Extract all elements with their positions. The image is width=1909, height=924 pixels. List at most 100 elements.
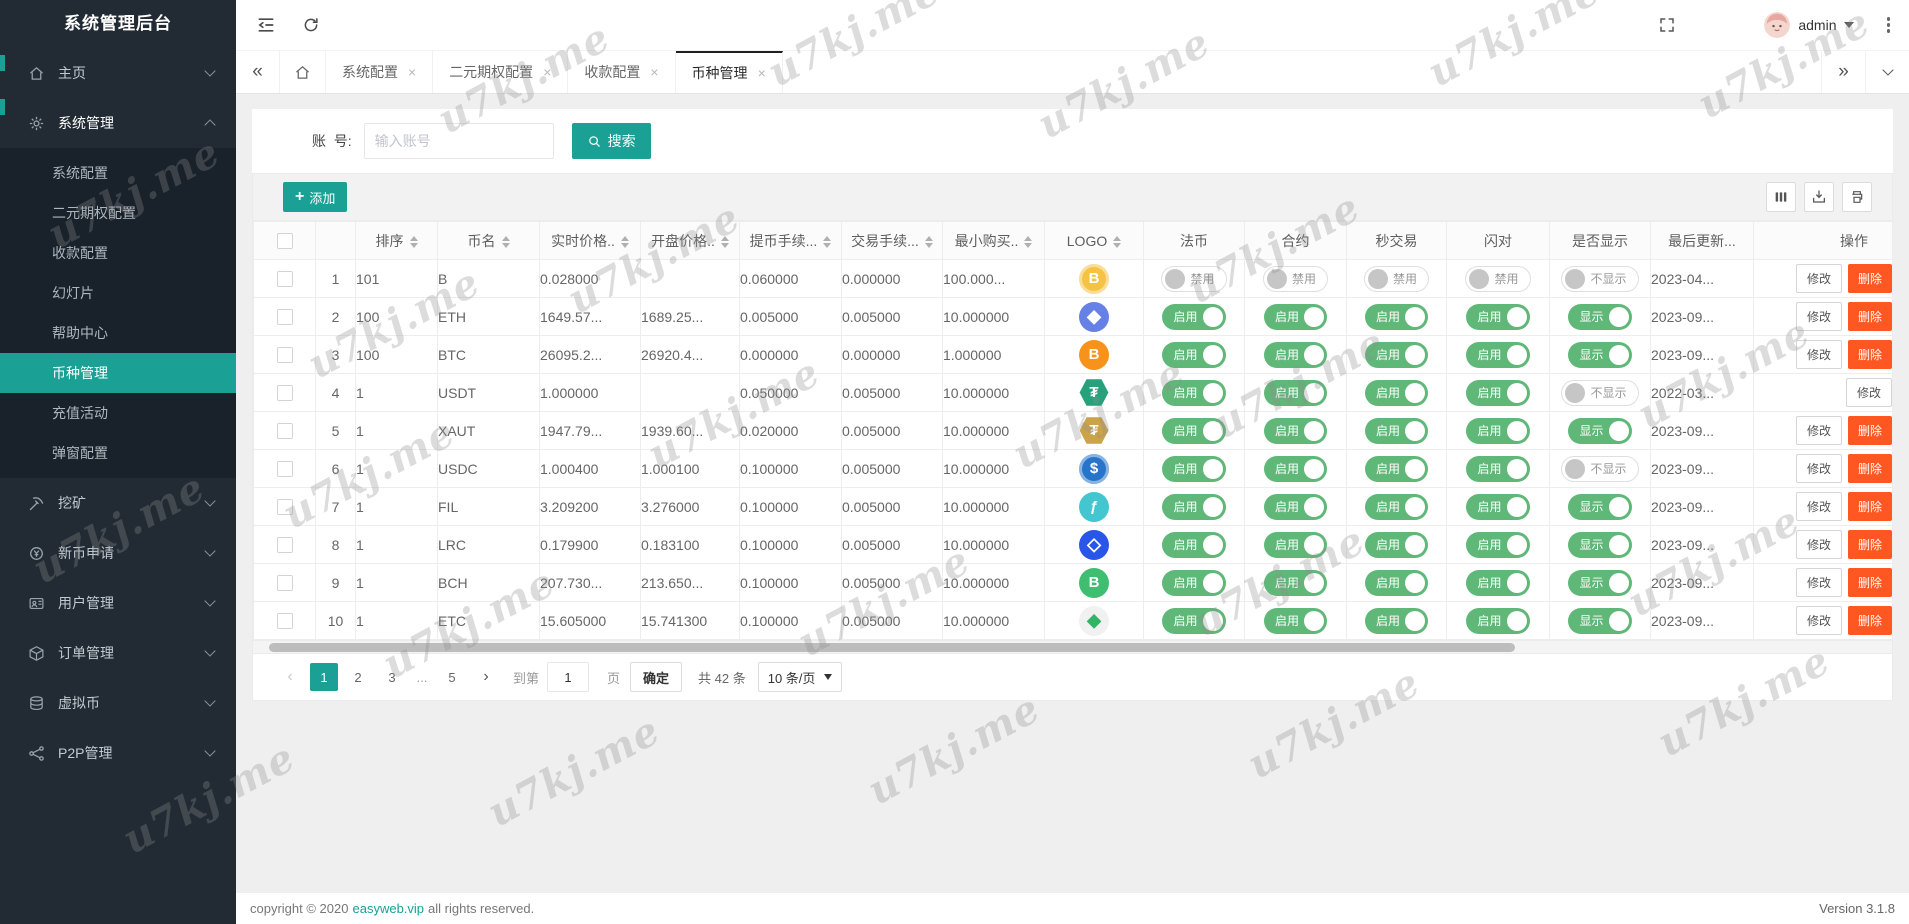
toggle-visible[interactable]: 显示 <box>1568 417 1632 444</box>
sort-carets-icon[interactable] <box>501 235 510 248</box>
tabs-scroll-right-icon[interactable]: » <box>1821 51 1865 93</box>
sidebar-subitem[interactable]: 系统配置 <box>0 153 236 193</box>
toggle-flash-swap[interactable]: 启用 <box>1466 341 1530 368</box>
columns-icon[interactable] <box>1766 182 1796 212</box>
tab-close-icon[interactable]: × <box>650 64 658 80</box>
page-button-3[interactable]: 3 <box>378 663 406 691</box>
sidebar-subitem[interactable]: 弹窗配置 <box>0 433 236 473</box>
toggle-visible[interactable]: 显示 <box>1568 607 1632 634</box>
tab-close-icon[interactable]: × <box>543 64 551 80</box>
toggle-flash-swap[interactable]: 启用 <box>1466 569 1530 596</box>
toggle-seconds-trade[interactable]: 启用 <box>1364 531 1428 558</box>
row-checkbox[interactable] <box>276 309 293 326</box>
column-header-提币手续...[interactable]: 提币手续... <box>739 221 842 260</box>
toggle-fiat[interactable]: 启用 <box>1162 455 1226 482</box>
sidebar-item-home[interactable]: 主页 <box>0 48 236 98</box>
toggle-visible[interactable]: 显示 <box>1568 341 1632 368</box>
toggle-fiat[interactable]: 启用 <box>1162 493 1226 520</box>
toggle-flash-swap[interactable]: 启用 <box>1466 417 1530 444</box>
toggle-flash-swap[interactable]: 启用 <box>1466 493 1530 520</box>
horizontal-scrollbar[interactable] <box>253 640 1892 653</box>
tab-close-icon[interactable]: × <box>408 64 416 80</box>
toggle-seconds-trade[interactable]: 禁用 <box>1363 265 1429 292</box>
toggle-fiat[interactable]: 启用 <box>1162 341 1226 368</box>
toggle-flash-swap[interactable]: 启用 <box>1466 531 1530 558</box>
sidebar-subitem[interactable]: 帮助中心 <box>0 313 236 353</box>
row-checkbox[interactable] <box>276 347 293 364</box>
toggle-visible[interactable]: 不显示 <box>1561 379 1639 406</box>
toggle-fiat[interactable]: 启用 <box>1162 531 1226 558</box>
easyweb-link[interactable]: easyweb.vip <box>352 901 424 916</box>
edit-button[interactable]: 修改 <box>1795 568 1842 597</box>
sidebar-subitem[interactable]: 收款配置 <box>0 233 236 273</box>
column-header-开盘价格..[interactable]: 开盘价格.. <box>640 221 740 260</box>
tab-系统配置[interactable]: 系统配置 × <box>326 51 434 93</box>
toggle-contract[interactable]: 启用 <box>1263 569 1327 596</box>
toggle-fiat[interactable]: 启用 <box>1162 379 1226 406</box>
tab-币种管理[interactable]: 币种管理 × <box>675 51 783 93</box>
toggle-seconds-trade[interactable]: 启用 <box>1364 493 1428 520</box>
sort-carets-icon[interactable] <box>823 235 832 248</box>
sidebar-item-orders[interactable]: 订单管理 <box>0 628 236 678</box>
tabs-menu-icon[interactable] <box>1865 51 1909 93</box>
sidebar-subitem-active[interactable]: 币种管理 <box>0 353 236 393</box>
confirm-button[interactable]: 确定 <box>630 662 683 692</box>
column-header-实时价格..[interactable]: 实时价格.. <box>539 221 641 260</box>
toggle-contract[interactable]: 启用 <box>1263 493 1327 520</box>
toggle-contract[interactable]: 启用 <box>1263 455 1327 482</box>
tab-收款配置[interactable]: 收款配置 × <box>568 51 676 93</box>
delete-button[interactable]: 删除 <box>1847 492 1892 521</box>
page-button-2[interactable]: 2 <box>344 663 372 691</box>
column-header-最小购买..[interactable]: 最小购买.. <box>942 221 1045 260</box>
delete-button[interactable]: 删除 <box>1847 606 1892 635</box>
search-button[interactable]: 搜索 <box>571 123 651 159</box>
row-checkbox[interactable] <box>276 613 293 630</box>
next-page-button[interactable]: › <box>472 663 500 691</box>
edit-button[interactable]: 修改 <box>1795 492 1842 521</box>
sidebar-collapse-icon[interactable] <box>256 15 276 35</box>
toggle-seconds-trade[interactable]: 启用 <box>1364 341 1428 368</box>
sort-carets-icon[interactable] <box>1024 235 1033 248</box>
toggle-visible[interactable]: 不显示 <box>1561 455 1639 482</box>
toggle-flash-swap[interactable]: 启用 <box>1466 455 1530 482</box>
toggle-seconds-trade[interactable]: 启用 <box>1364 455 1428 482</box>
sort-carets-icon[interactable] <box>924 235 933 248</box>
toggle-contract[interactable]: 启用 <box>1263 303 1327 330</box>
edit-button[interactable]: 修改 <box>1845 378 1892 407</box>
row-checkbox[interactable] <box>276 537 293 554</box>
tab-二元期权配置[interactable]: 二元期权配置 × <box>433 51 569 93</box>
toggle-fiat[interactable]: 启用 <box>1162 417 1226 444</box>
toggle-contract[interactable]: 启用 <box>1263 531 1327 558</box>
select-all-checkbox[interactable] <box>276 233 293 250</box>
sidebar-item-mining[interactable]: 挖矿 <box>0 478 236 528</box>
column-header-排序[interactable]: 排序 <box>355 221 438 260</box>
page-button-1[interactable]: 1 <box>310 663 338 691</box>
sidebar-subitem[interactable]: 幻灯片 <box>0 273 236 313</box>
sidebar-subitem[interactable]: 二元期权配置 <box>0 193 236 233</box>
sort-carets-icon[interactable] <box>409 235 418 248</box>
avatar[interactable] <box>1764 12 1791 38</box>
toggle-seconds-trade[interactable]: 启用 <box>1364 303 1428 330</box>
toggle-fiat[interactable]: 启用 <box>1162 569 1226 596</box>
more-menu-icon[interactable] <box>1884 14 1894 36</box>
page-button-5[interactable]: 5 <box>438 663 466 691</box>
tab-home[interactable] <box>280 51 326 93</box>
edit-button[interactable]: 修改 <box>1795 264 1842 293</box>
toggle-contract[interactable]: 启用 <box>1263 379 1327 406</box>
toggle-visible[interactable]: 显示 <box>1568 303 1632 330</box>
goto-page-input[interactable] <box>547 662 590 692</box>
edit-button[interactable]: 修改 <box>1795 340 1842 369</box>
scrollbar-thumb[interactable] <box>269 643 1515 652</box>
delete-button[interactable]: 删除 <box>1847 454 1892 483</box>
delete-button[interactable]: 删除 <box>1847 568 1892 597</box>
toggle-fiat[interactable]: 启用 <box>1162 303 1226 330</box>
edit-button[interactable]: 修改 <box>1795 302 1842 331</box>
delete-button[interactable]: 删除 <box>1847 416 1892 445</box>
toggle-flash-swap[interactable]: 禁用 <box>1465 265 1531 292</box>
prev-page-button[interactable]: ‹ <box>276 663 304 691</box>
toggle-visible[interactable]: 不显示 <box>1561 265 1639 292</box>
edit-button[interactable]: 修改 <box>1795 606 1842 635</box>
edit-button[interactable]: 修改 <box>1795 416 1842 445</box>
sort-carets-icon[interactable] <box>620 235 629 248</box>
toggle-contract[interactable]: 启用 <box>1263 417 1327 444</box>
